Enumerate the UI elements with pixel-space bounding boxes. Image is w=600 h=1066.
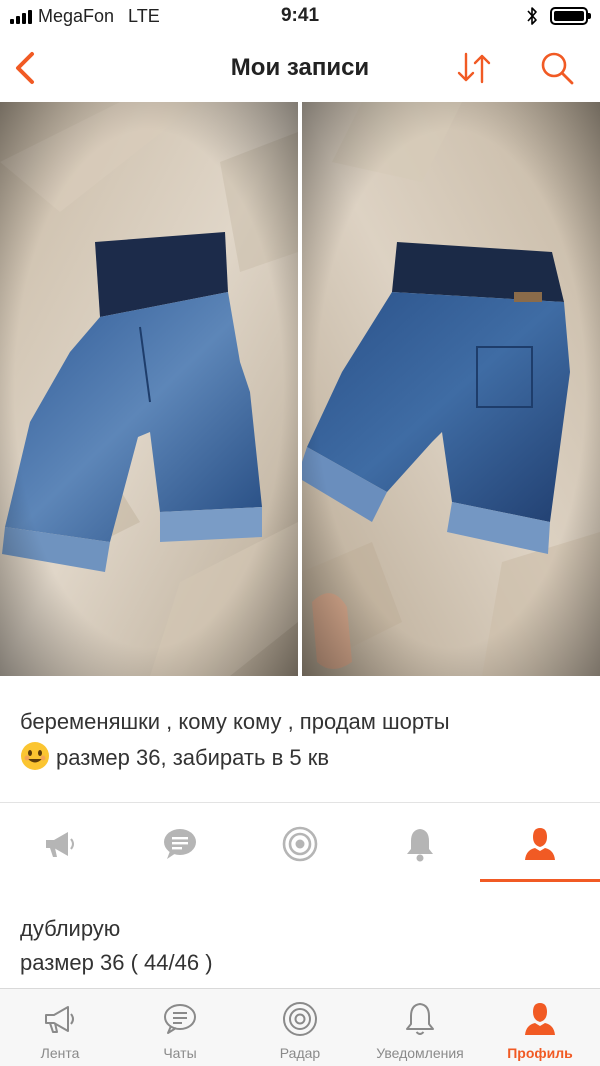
shorts-back-image bbox=[302, 102, 600, 676]
tab-feed[interactable] bbox=[0, 804, 120, 884]
chat-icon bbox=[164, 1004, 196, 1034]
photo-front[interactable] bbox=[0, 102, 298, 676]
status-right bbox=[526, 6, 591, 26]
chat-icon bbox=[164, 829, 196, 859]
nav-bar: Мои записи bbox=[0, 36, 600, 102]
megaphone-icon bbox=[46, 832, 74, 857]
tabbar-item-radar[interactable]: Радар bbox=[240, 989, 360, 1066]
battery-icon bbox=[550, 7, 591, 25]
post-text-line1: беременяшки , кому кому , продам шорты bbox=[20, 709, 450, 734]
tabbar-label: Лента bbox=[40, 1045, 80, 1061]
radar-icon bbox=[283, 1002, 317, 1036]
tabbar-label: Чаты bbox=[163, 1045, 197, 1061]
profile-icon bbox=[525, 1003, 555, 1035]
radar-icon bbox=[282, 826, 318, 862]
post-text-line2: размер 36, забирать в 5 кв bbox=[56, 745, 330, 770]
page-title: Мои записи bbox=[230, 54, 370, 81]
search-icon bbox=[541, 52, 574, 85]
sort-button[interactable] bbox=[452, 50, 496, 86]
bottom-tab-bar: Лента Чаты Радар Уведомления Профиль bbox=[0, 988, 600, 1066]
bell-icon bbox=[406, 1003, 434, 1035]
smiling-face-icon bbox=[21, 742, 49, 770]
megaphone-icon bbox=[45, 1006, 74, 1033]
post-text-line2-row: размер 36, забирать в 5 кв bbox=[20, 740, 586, 776]
tabbar-label: Радар bbox=[279, 1045, 321, 1061]
status-time: 9:41 bbox=[280, 5, 320, 26]
tabbar-label: Уведомления bbox=[376, 1045, 464, 1061]
tabbar-item-feed[interactable]: Лента bbox=[0, 989, 120, 1066]
post-actions-tabs bbox=[0, 804, 600, 884]
tabbar-label: Профиль bbox=[507, 1045, 573, 1061]
tab-chats[interactable] bbox=[120, 804, 240, 884]
tabbar-item-chats[interactable]: Чаты bbox=[120, 989, 240, 1066]
shorts-front-image bbox=[0, 102, 298, 676]
tabbar-item-notifications[interactable]: Уведомления bbox=[360, 989, 480, 1066]
comment-line1: дублирую bbox=[20, 916, 121, 941]
tab-profile[interactable] bbox=[480, 804, 600, 884]
post-photos bbox=[0, 102, 600, 676]
tab-radar[interactable] bbox=[240, 804, 360, 884]
profile-icon bbox=[525, 828, 555, 860]
comment: дублирую размер 36 ( 44/46 ) bbox=[20, 912, 213, 980]
bluetooth-icon bbox=[527, 7, 537, 25]
sort-arrows-icon bbox=[457, 52, 491, 84]
search-button[interactable] bbox=[536, 48, 580, 88]
status-bar: MegaFon LTE 9:41 bbox=[0, 0, 600, 36]
comment-line2: размер 36 ( 44/46 ) bbox=[20, 950, 213, 975]
photo-back[interactable] bbox=[302, 102, 600, 676]
post-text: беременяшки , кому кому , продам шорты р… bbox=[20, 704, 586, 776]
tab-notifications[interactable] bbox=[360, 804, 480, 884]
bell-icon bbox=[407, 829, 433, 862]
tabbar-item-profile[interactable]: Профиль bbox=[480, 989, 600, 1066]
divider bbox=[0, 802, 600, 803]
